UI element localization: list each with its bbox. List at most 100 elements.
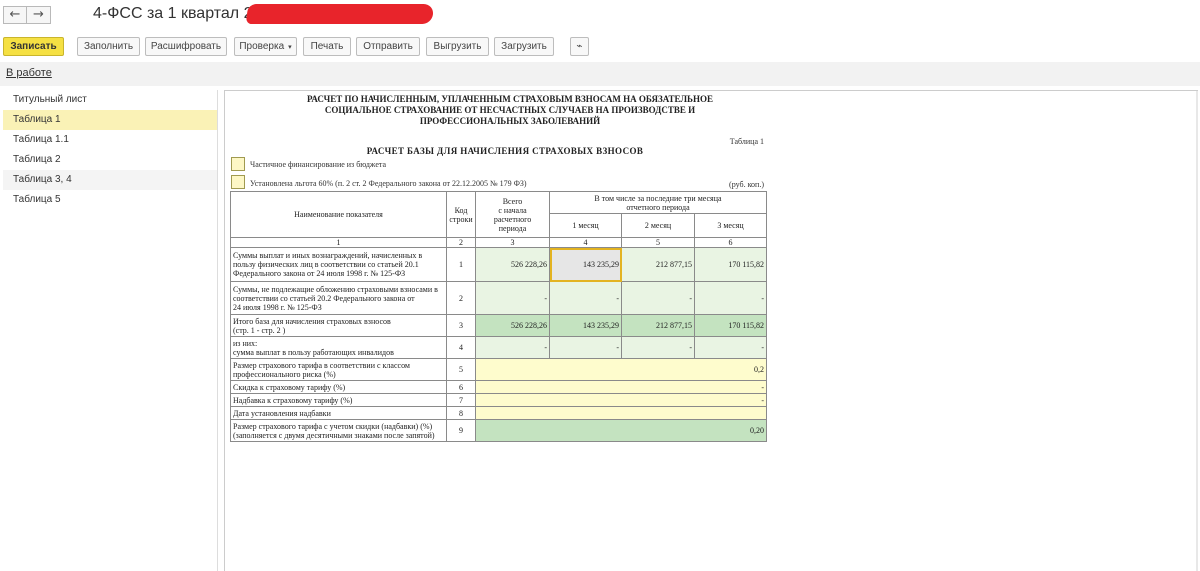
row-2-code: 2 [446,281,476,315]
title-bar: ← → 4-ФСС за 1 квартал 2018 [0,0,1200,32]
row-2-name-line-1: Суммы, не подлежащие обложению страховым… [233,284,438,294]
send-button[interactable]: Отправить [356,37,420,56]
row-1-name-line-2: пользу физических лиц в соответствии со … [233,260,419,269]
benefit-60-checkbox[interactable] [231,175,245,189]
form-title-line-1: РАСЧЕТ ПО НАЧИСЛЕННЫМ, УПЛАЧЕННЫМ СТРАХО… [306,94,714,104]
col-number-3: 3 [475,237,550,248]
row-2-name-line-2: соответствии со статьей 20.2 Федеральног… [233,293,415,303]
row-1-month-2[interactable]: 212 877,15 [621,247,695,282]
import-button[interactable]: Загрузить [494,37,554,56]
col-number-2: 2 [446,237,476,248]
report-form: РАСЧЕТ ПО НАЧИСЛЕННЫМ, УПЛАЧЕННЫМ СТРАХО… [224,90,1198,571]
table-subtitle: РАСЧЕТ БАЗЫ ДЛЯ НАЧИСЛЕНИЯ СТРАХОВЫХ ВЗН… [366,146,644,156]
row-6-code: 6 [446,380,476,394]
table-row: Суммы, не подлежащие обложению страховым… [230,281,768,315]
sidebar-item-table-5[interactable]: Таблица 5 [3,190,217,210]
row-4-name-line-2: сумма выплат в пользу работающих инвалид… [233,347,394,357]
row-3-month-2[interactable]: 212 877,15 [621,314,695,337]
row-6-name: Скидка к страховому тарифу (%) [230,380,447,394]
status-bar: В работе [0,62,1200,86]
form-title-line-2: СОЦИАЛЬНОЕ СТРАХОВАНИЕ ОТ НЕСЧАСТНЫХ СЛУ… [324,105,696,115]
redaction-mark [245,4,435,24]
history-nav: ← → [3,6,51,24]
col-number-5: 5 [621,237,695,248]
print-button[interactable]: Печать [303,37,351,56]
row-4-month-1[interactable]: - [549,336,622,359]
row-2-month-3[interactable]: - [693,281,768,315]
row-4-name: из них: сумма выплат в пользу работающих… [230,336,447,359]
check-dropdown-button[interactable]: Проверка ▾ [234,37,297,56]
table-row: Скидка к страховому тарифу (%) 6 - [230,380,768,394]
row-2-name-line-3: 24 июля 1998 г. № 125-ФЗ [233,302,322,312]
row-1-name-line-1: Суммы выплат и иных вознаграждений, начи… [233,251,423,260]
benefit-60-label: Установлена льгота 60% (п. 2 ст. 2 Федер… [250,179,527,188]
row-1-name: Суммы выплат и иных вознаграждений, начи… [230,247,447,282]
sidebar-item-table-1[interactable]: Таблица 1 [3,110,217,130]
row-3-name-line-2: (стр. 1 - стр. 2 ) [233,325,286,335]
row-1-month-3[interactable]: 170 115,82 [693,247,768,282]
row-3-month-3[interactable]: 170 115,82 [693,314,768,337]
row-6-value[interactable]: - [474,380,768,394]
row-1-month-1[interactable]: 143 235,29 [549,247,622,282]
table-row: Размер страхового тарифа в соответствии … [230,358,768,381]
base-table: Наименование показателя Код строки Всего… [230,191,768,442]
header-total: Всего с начала расчетного периода [475,191,550,238]
row-3-month-1[interactable]: 143 235,29 [549,314,622,337]
row-5-value[interactable]: 0,2 [474,358,768,381]
check-label: Проверка [239,41,285,52]
row-2-month-2[interactable]: - [621,281,695,315]
export-button[interactable]: Выгрузить [426,37,489,56]
table-row: Дата установления надбавки 8 [230,406,768,420]
row-1-name-line-3: Федерального закона от 24 июля 1998 г. №… [233,269,406,278]
row-4-month-3[interactable]: - [693,336,768,359]
save-button[interactable]: Записать [3,37,64,56]
header-month-1: 1 месяц [549,213,622,238]
decode-button[interactable]: Расшифровать [145,37,227,56]
table-row: Суммы выплат и иных вознаграждений, начи… [230,247,768,282]
header-total-line-3: расчетного [493,214,532,224]
row-7-value[interactable]: - [474,393,768,407]
scrollbar[interactable] [1196,91,1198,571]
chevron-down-icon: ▾ [288,44,292,51]
row-3-total[interactable]: 526 228,26 [475,314,550,337]
header-month-2: 2 месяц [621,213,695,238]
row-3-name-line-1: Итого база для начисления страховых взно… [233,316,391,326]
header-total-line-1: Всего [502,196,523,206]
row-1-code: 1 [446,247,476,282]
forward-arrow-icon[interactable]: → [27,6,51,24]
budget-financing-label: Частичное финансирование из бюджета [250,160,387,169]
row-2-month-1[interactable]: - [549,281,622,315]
status-link[interactable]: В работе [6,67,52,79]
sections-sidebar: Титульный лист Таблица 1 Таблица 1.1 Таб… [3,90,218,571]
header-code-text: Код строки [449,205,473,224]
table-row: из них: сумма выплат в пользу работающих… [230,336,768,359]
row-5-name-line-2: профессионального риска (%) [233,369,336,379]
fill-button[interactable]: Заполнить [77,37,140,56]
row-5-name-line-1: Размер страхового тарифа в соответствии … [233,360,410,370]
sidebar-item-table-2[interactable]: Таблица 2 [3,150,217,170]
row-8-name: Дата установления надбавки [230,406,447,420]
row-8-code: 8 [446,406,476,420]
row-3-name: Итого база для начисления страховых взно… [230,314,447,337]
table-row: Размер страхового тарифа с учетом скидки… [230,419,768,442]
row-2-total[interactable]: - [475,281,550,315]
header-code: Код строки [446,191,476,238]
col-number-6: 6 [693,237,768,248]
header-including-line-1: В том числе за последние три месяца [594,193,722,203]
row-4-total[interactable]: - [475,336,550,359]
back-arrow-icon[interactable]: ← [3,6,27,24]
sidebar-item-table-3-4[interactable]: Таблица 3, 4 [3,170,217,190]
budget-financing-checkbox[interactable] [231,157,245,171]
row-1-total[interactable]: 526 228,26 [475,247,550,282]
sidebar-item-table-1-1[interactable]: Таблица 1.1 [3,130,217,150]
col-number-4: 4 [549,237,622,248]
table-number: Таблица 1 [729,137,764,146]
row-8-value[interactable] [474,406,768,420]
command-toolbar: Записать Заполнить Расшифровать Проверка… [0,36,1200,58]
row-4-month-2[interactable]: - [621,336,695,359]
row-9-name: Размер страхового тарифа с учетом скидки… [230,419,447,442]
row-9-value[interactable]: 0,20 [474,419,768,442]
row-9-name-line-1: Размер страхового тарифа с учетом скидки… [233,421,433,431]
paperclip-icon[interactable]: ⌁ [570,37,589,56]
sidebar-item-title-page[interactable]: Титульный лист [3,90,217,110]
